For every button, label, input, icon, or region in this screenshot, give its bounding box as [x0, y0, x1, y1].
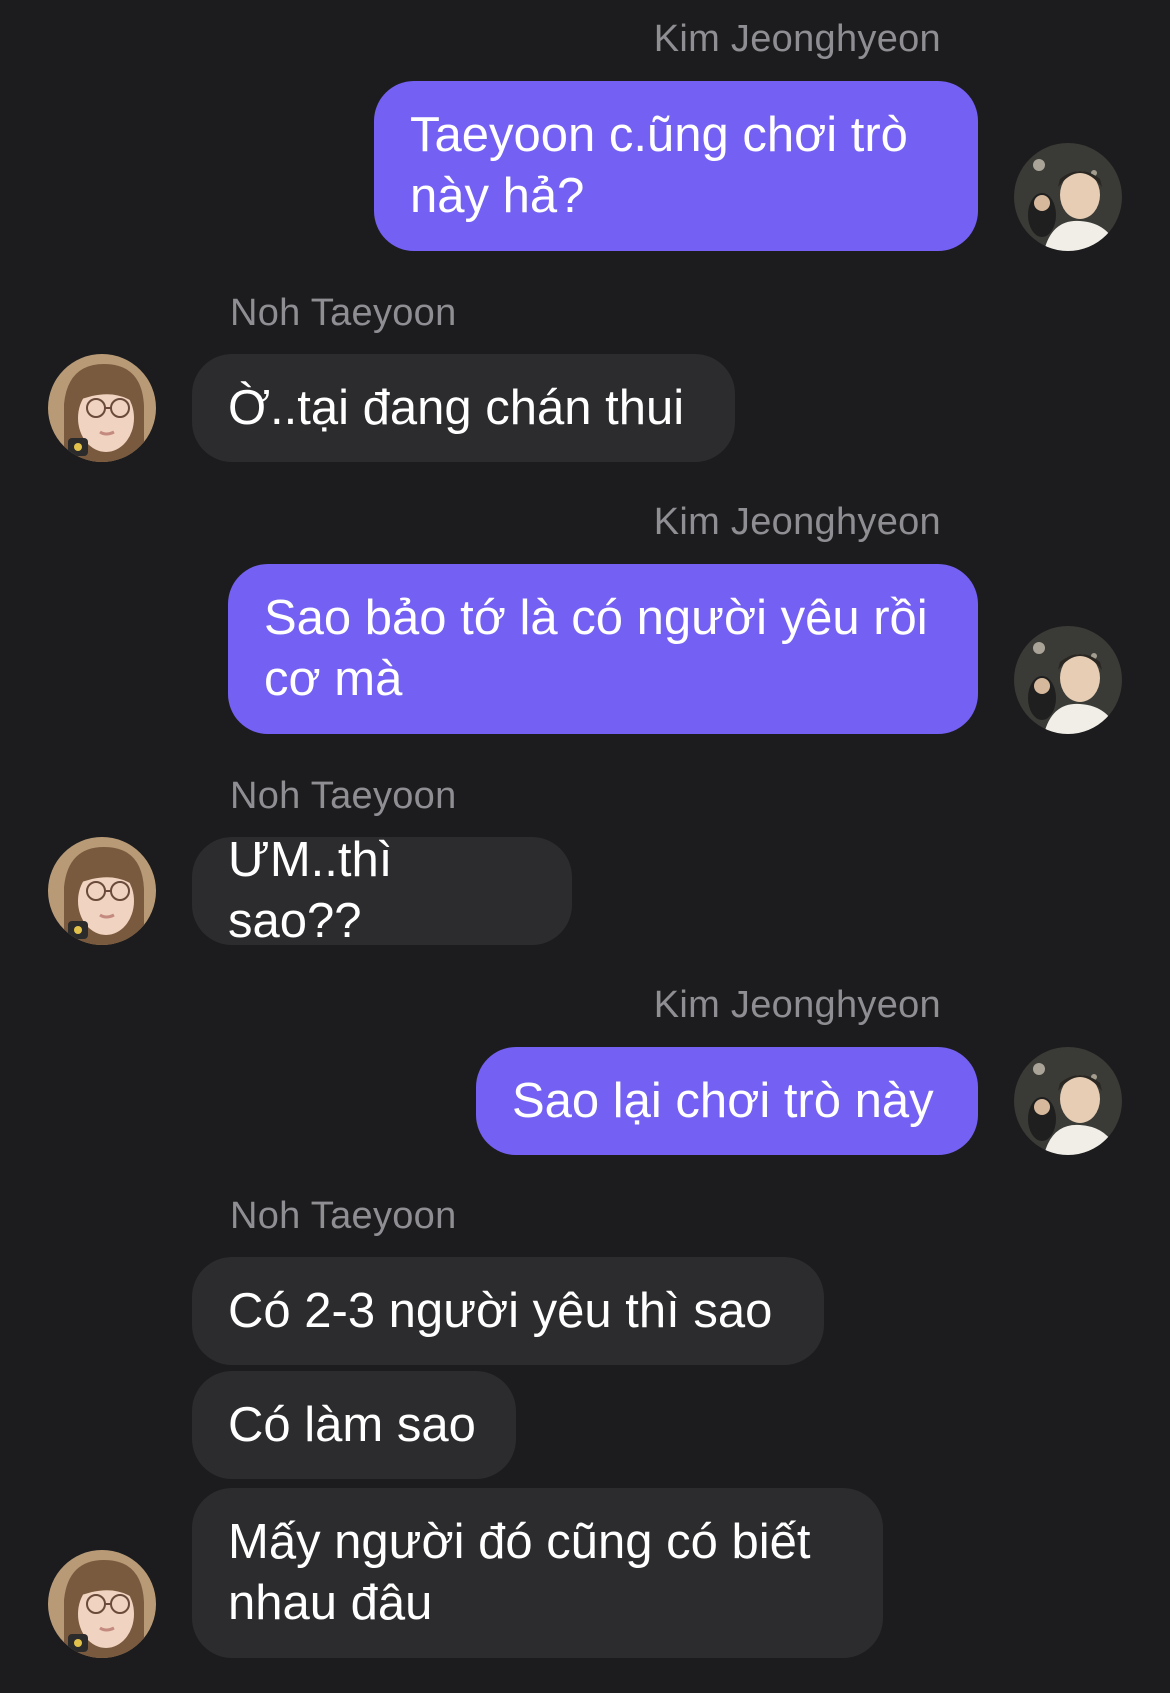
avatar-noh-taeyoon[interactable]	[48, 354, 156, 462]
avatar-noh-taeyoon[interactable]	[48, 1550, 156, 1658]
sender-name: Noh Taeyoon	[230, 1195, 457, 1237]
sender-name: Kim Jeonghyeon	[653, 501, 941, 543]
message-bubble-incoming[interactable]: Có 2-3 người yêu thì sao	[192, 1257, 824, 1365]
sender-name: Noh Taeyoon	[230, 775, 457, 817]
avatar-kim-jeonghyeon[interactable]	[1014, 1047, 1122, 1155]
avatar-kim-jeonghyeon[interactable]	[1014, 143, 1122, 251]
message-bubble-incoming[interactable]: Ờ..tại đang chán thui	[192, 354, 735, 462]
message-bubble-incoming[interactable]: Mấy người đó cũng có biết nhau đâu	[192, 1488, 883, 1658]
sender-name: Kim Jeonghyeon	[653, 984, 941, 1026]
sender-name: Kim Jeonghyeon	[653, 18, 941, 60]
avatar-kim-jeonghyeon[interactable]	[1014, 626, 1122, 734]
avatar-noh-taeyoon[interactable]	[48, 837, 156, 945]
message-bubble-outgoing[interactable]: Sao lại chơi trò này	[476, 1047, 978, 1155]
message-bubble-incoming[interactable]: ƯM..thì sao??	[192, 833, 572, 948]
message-bubble-incoming[interactable]: Có làm sao	[192, 1371, 516, 1479]
message-bubble-outgoing[interactable]: Taeyoon c.ũng chơi trò này hả?	[374, 81, 978, 251]
message-bubble-outgoing[interactable]: Sao bảo tớ là có người yêu rồi cơ mà	[228, 564, 978, 734]
sender-name: Noh Taeyoon	[230, 292, 457, 334]
